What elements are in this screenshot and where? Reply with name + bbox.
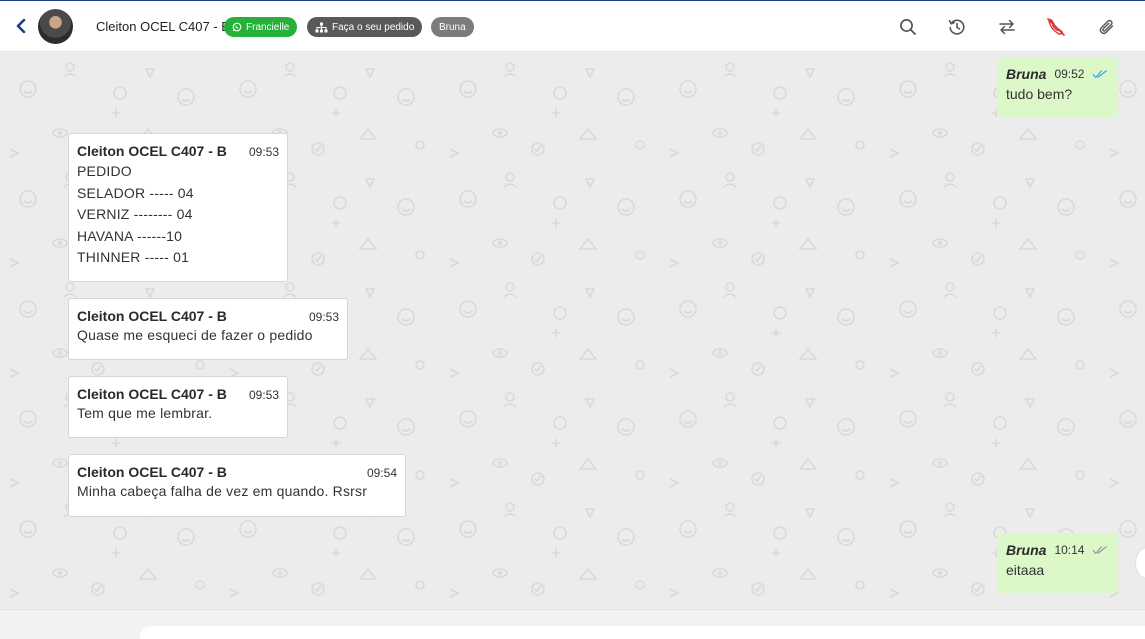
message-text: HAVANA ------10 bbox=[77, 227, 183, 244]
message-author: Cleiton OCEL C407 - B bbox=[77, 386, 227, 402]
message-author: Bruna bbox=[1006, 66, 1047, 82]
search-button[interactable] bbox=[897, 16, 919, 38]
order-tag-label: Faça o seu pedido bbox=[332, 21, 415, 33]
message-text: tudo bem? bbox=[1006, 86, 1073, 102]
whatsapp-icon bbox=[232, 22, 242, 32]
message-text: Quase me esqueci de fazer o pedido bbox=[77, 327, 313, 343]
hangup-phone-icon bbox=[1047, 18, 1065, 36]
chat-header: Cleiton OCEL C407 - B Francielle Faça o … bbox=[0, 0, 1145, 52]
message-author: Cleiton OCEL C407 - B bbox=[77, 143, 227, 159]
end-chat-button[interactable] bbox=[1045, 16, 1067, 38]
user-tag-label: Bruna bbox=[439, 21, 466, 33]
delivered-double-check-icon bbox=[1093, 546, 1108, 555]
message-time: 09:54 bbox=[366, 466, 397, 480]
message-time: 09:53 bbox=[248, 145, 279, 159]
user-tag: Bruna bbox=[431, 17, 474, 37]
message-text: PEDIDO bbox=[77, 163, 132, 179]
message-list[interactable]: Bruna 09:52 tudo bem? Cleiton OCEL C407 … bbox=[0, 53, 1145, 609]
contact-name[interactable]: Cleiton OCEL C407 - B bbox=[96, 19, 230, 34]
message-meta: Bruna 10:14 bbox=[1006, 542, 1108, 558]
message-time: 09:53 bbox=[248, 388, 279, 402]
read-double-check-icon bbox=[1093, 70, 1108, 79]
message-time: 09:52 bbox=[1054, 67, 1085, 81]
message-meta: Cleiton OCEL C407 - B 09:53 bbox=[77, 308, 339, 324]
message-outgoing[interactable]: Bruna 09:52 tudo bem? bbox=[997, 57, 1118, 117]
message-author: Cleiton OCEL C407 - B bbox=[77, 464, 227, 480]
message-incoming[interactable]: Cleiton OCEL C407 - B 09:53 PEDIDO SELAD… bbox=[68, 133, 288, 282]
message-incoming[interactable]: Cleiton OCEL C407 - B 09:53 Quase me esq… bbox=[68, 298, 348, 360]
message-time: 10:14 bbox=[1054, 543, 1085, 557]
message-text: SELADOR ----- 04 bbox=[77, 184, 194, 201]
message-text: Minha cabeça falha de vez em quando. Rsr… bbox=[77, 483, 368, 499]
message-meta: Cleiton OCEL C407 - B 09:54 bbox=[77, 464, 397, 480]
history-button[interactable] bbox=[946, 16, 968, 38]
back-icon bbox=[16, 19, 26, 33]
search-icon bbox=[900, 19, 916, 35]
attach-button[interactable] bbox=[1096, 16, 1118, 38]
avatar[interactable] bbox=[38, 9, 73, 44]
message-input[interactable] bbox=[140, 626, 1145, 639]
composer-bar bbox=[0, 609, 1145, 639]
message-meta: Cleiton OCEL C407 - B 09:53 bbox=[77, 386, 279, 402]
message-incoming[interactable]: Cleiton OCEL C407 - B 09:53 Tem que me l… bbox=[68, 376, 288, 438]
message-author: Bruna bbox=[1006, 542, 1047, 558]
message-text: Tem que me lembrar. bbox=[77, 405, 213, 421]
message-text: VERNIZ -------- 04 bbox=[77, 206, 193, 222]
transfer-icon bbox=[999, 19, 1015, 35]
message-author: Cleiton OCEL C407 - B bbox=[77, 308, 227, 324]
message-meta: Cleiton OCEL C407 - B 09:53 bbox=[77, 143, 279, 159]
message-incoming[interactable]: Cleiton OCEL C407 - B 09:54 Minha cabeça… bbox=[68, 454, 406, 517]
message-text: eitaaa bbox=[1006, 562, 1045, 578]
back-button[interactable] bbox=[12, 17, 30, 35]
attach-icon bbox=[1099, 19, 1114, 35]
order-tag[interactable]: Faça o seu pedido bbox=[307, 17, 423, 37]
message-text: THINNER ----- 01 bbox=[77, 249, 190, 265]
sitemap-icon bbox=[315, 22, 328, 32]
message-time: 09:53 bbox=[308, 310, 339, 324]
history-icon bbox=[948, 19, 965, 35]
channel-tag-label: Francielle bbox=[246, 21, 290, 33]
message-outgoing[interactable]: Bruna 10:14 eitaaa bbox=[997, 533, 1118, 593]
chat-window: Cleiton OCEL C407 - B Francielle Faça o … bbox=[0, 0, 1145, 639]
transfer-button[interactable] bbox=[996, 16, 1018, 38]
message-meta: Bruna 09:52 bbox=[1006, 66, 1108, 82]
channel-tag: Francielle bbox=[224, 17, 298, 37]
